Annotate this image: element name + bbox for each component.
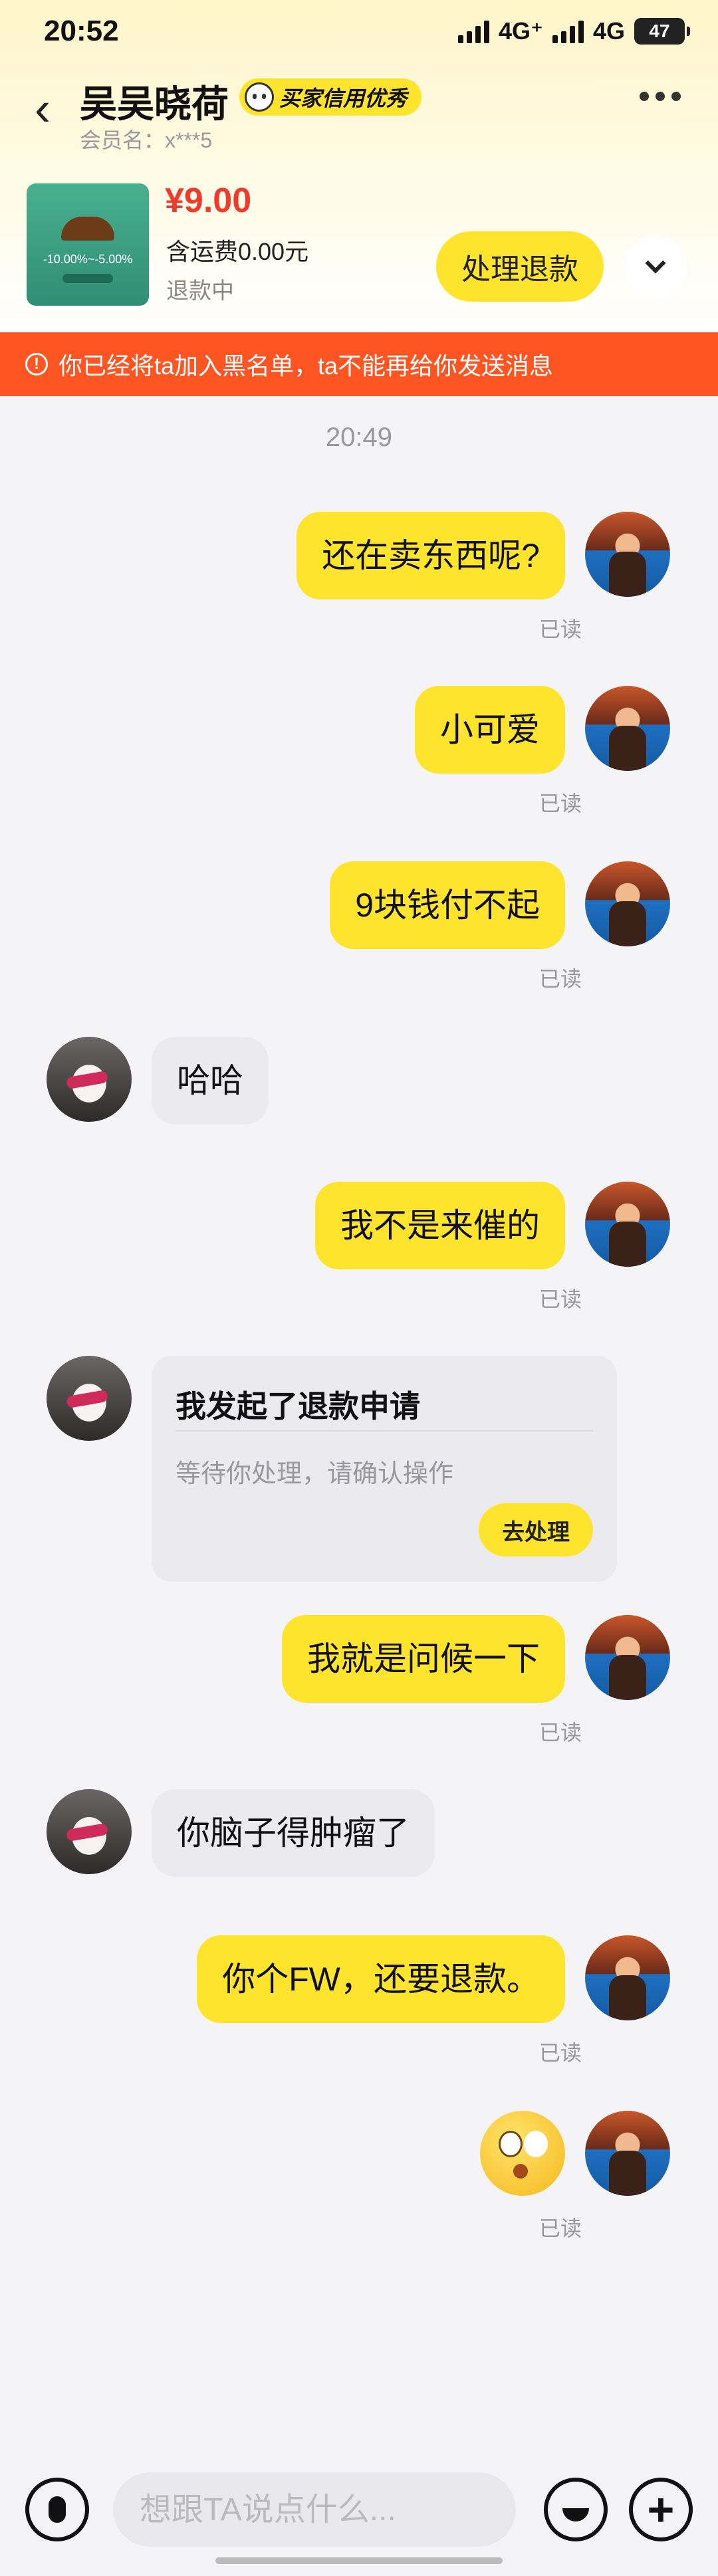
product-thumbnail[interactable]: -10.00%~-5.00% xyxy=(27,183,149,306)
expand-button[interactable] xyxy=(624,235,687,299)
refund-status: 退款中 xyxy=(166,278,234,304)
battery-icon: 47 xyxy=(634,18,690,45)
avatar[interactable] xyxy=(585,1935,670,2020)
blacklist-alert: ! 你已经将ta加入黑名单，ta不能再给你发送消息 xyxy=(0,332,718,396)
avatar[interactable] xyxy=(585,1182,670,1267)
read-receipt: 已读 xyxy=(538,2216,582,2240)
composer-bar: + xyxy=(0,2446,718,2576)
signal-icon-2 xyxy=(552,19,584,43)
handle-refund-button[interactable]: 去处理 xyxy=(479,1503,593,1556)
rolling-eyes-emoji-icon[interactable] xyxy=(480,2111,565,2196)
shipping-fee: 含运费0.00元 xyxy=(166,238,309,265)
chat-title: 吴吴晓荷 xyxy=(80,83,229,125)
status-bar: 20:52 4G⁺ 4G 47 xyxy=(0,0,718,66)
signal-icon xyxy=(457,19,489,43)
message-bubble[interactable]: 9块钱付不起 xyxy=(330,861,565,949)
avatar[interactable] xyxy=(585,861,670,946)
chat-timestamp: 20:49 xyxy=(325,423,393,452)
message-bubble[interactable]: 我就是问候一下 xyxy=(282,1615,565,1703)
divider xyxy=(176,1430,593,1432)
network-label-2: 4G xyxy=(592,17,625,45)
read-receipt: 已读 xyxy=(538,1287,582,1311)
soil-icon xyxy=(61,217,114,241)
blacklist-alert-text: 你已经将ta加入黑名单，ta不能再给你发送消息 xyxy=(59,352,554,379)
warning-icon: ! xyxy=(25,353,48,376)
chevron-down-icon xyxy=(645,253,666,274)
avatar[interactable] xyxy=(47,1037,132,1122)
emoji-icon[interactable] xyxy=(544,2478,608,2541)
message-bubble[interactable]: 小可爱 xyxy=(415,686,565,774)
avatar[interactable] xyxy=(585,2111,670,2196)
avatar[interactable] xyxy=(585,512,670,597)
member-name: 会员名：x***5 xyxy=(80,128,213,152)
read-receipt: 已读 xyxy=(538,2041,582,2065)
read-receipt: 已读 xyxy=(538,1721,582,1745)
avatar[interactable] xyxy=(47,1789,132,1874)
avatar[interactable] xyxy=(585,1615,670,1700)
microphone-icon[interactable] xyxy=(25,2478,89,2541)
credit-badge: 买家信用优秀 xyxy=(239,78,422,116)
message-bubble[interactable]: 你脑子得肿瘤了 xyxy=(152,1789,435,1877)
status-icons: 4G⁺ 4G 47 xyxy=(457,17,690,45)
plus-icon[interactable]: + xyxy=(629,2478,693,2541)
product-thumb-text: -10.00%~-5.00% xyxy=(43,253,133,266)
smiley-icon xyxy=(245,82,274,112)
refund-card-title: 我发起了退款申请 xyxy=(176,1389,420,1424)
read-receipt: 已读 xyxy=(538,617,582,641)
message-bubble[interactable]: 我不是来催的 xyxy=(315,1182,565,1269)
product-price: ¥9.00 xyxy=(165,181,252,220)
refund-request-card[interactable]: 我发起了退款申请 等待你处理，请确认操作 去处理 xyxy=(152,1356,617,1582)
back-arrow-icon[interactable]: ‹ xyxy=(35,85,51,133)
home-indicator xyxy=(215,2557,503,2564)
avatar[interactable] xyxy=(47,1356,132,1441)
read-receipt: 已读 xyxy=(538,792,582,815)
message-bubble[interactable]: 还在卖东西呢? xyxy=(297,512,565,599)
read-receipt: 已读 xyxy=(538,967,582,991)
message-bubble[interactable]: 你个FW，还要退款。 xyxy=(197,1935,565,2023)
message-bubble[interactable]: 哈哈 xyxy=(152,1037,269,1125)
status-time: 20:52 xyxy=(44,15,119,47)
avatar[interactable] xyxy=(585,686,670,771)
refund-card-subtitle: 等待你处理，请确认操作 xyxy=(176,1460,454,1488)
network-label-1: 4G⁺ xyxy=(498,17,543,45)
more-options-icon[interactable] xyxy=(640,92,681,101)
message-input[interactable] xyxy=(113,2472,516,2547)
process-refund-button[interactable]: 处理退款 xyxy=(436,231,604,302)
credit-badge-label: 买家信用优秀 xyxy=(279,86,408,110)
